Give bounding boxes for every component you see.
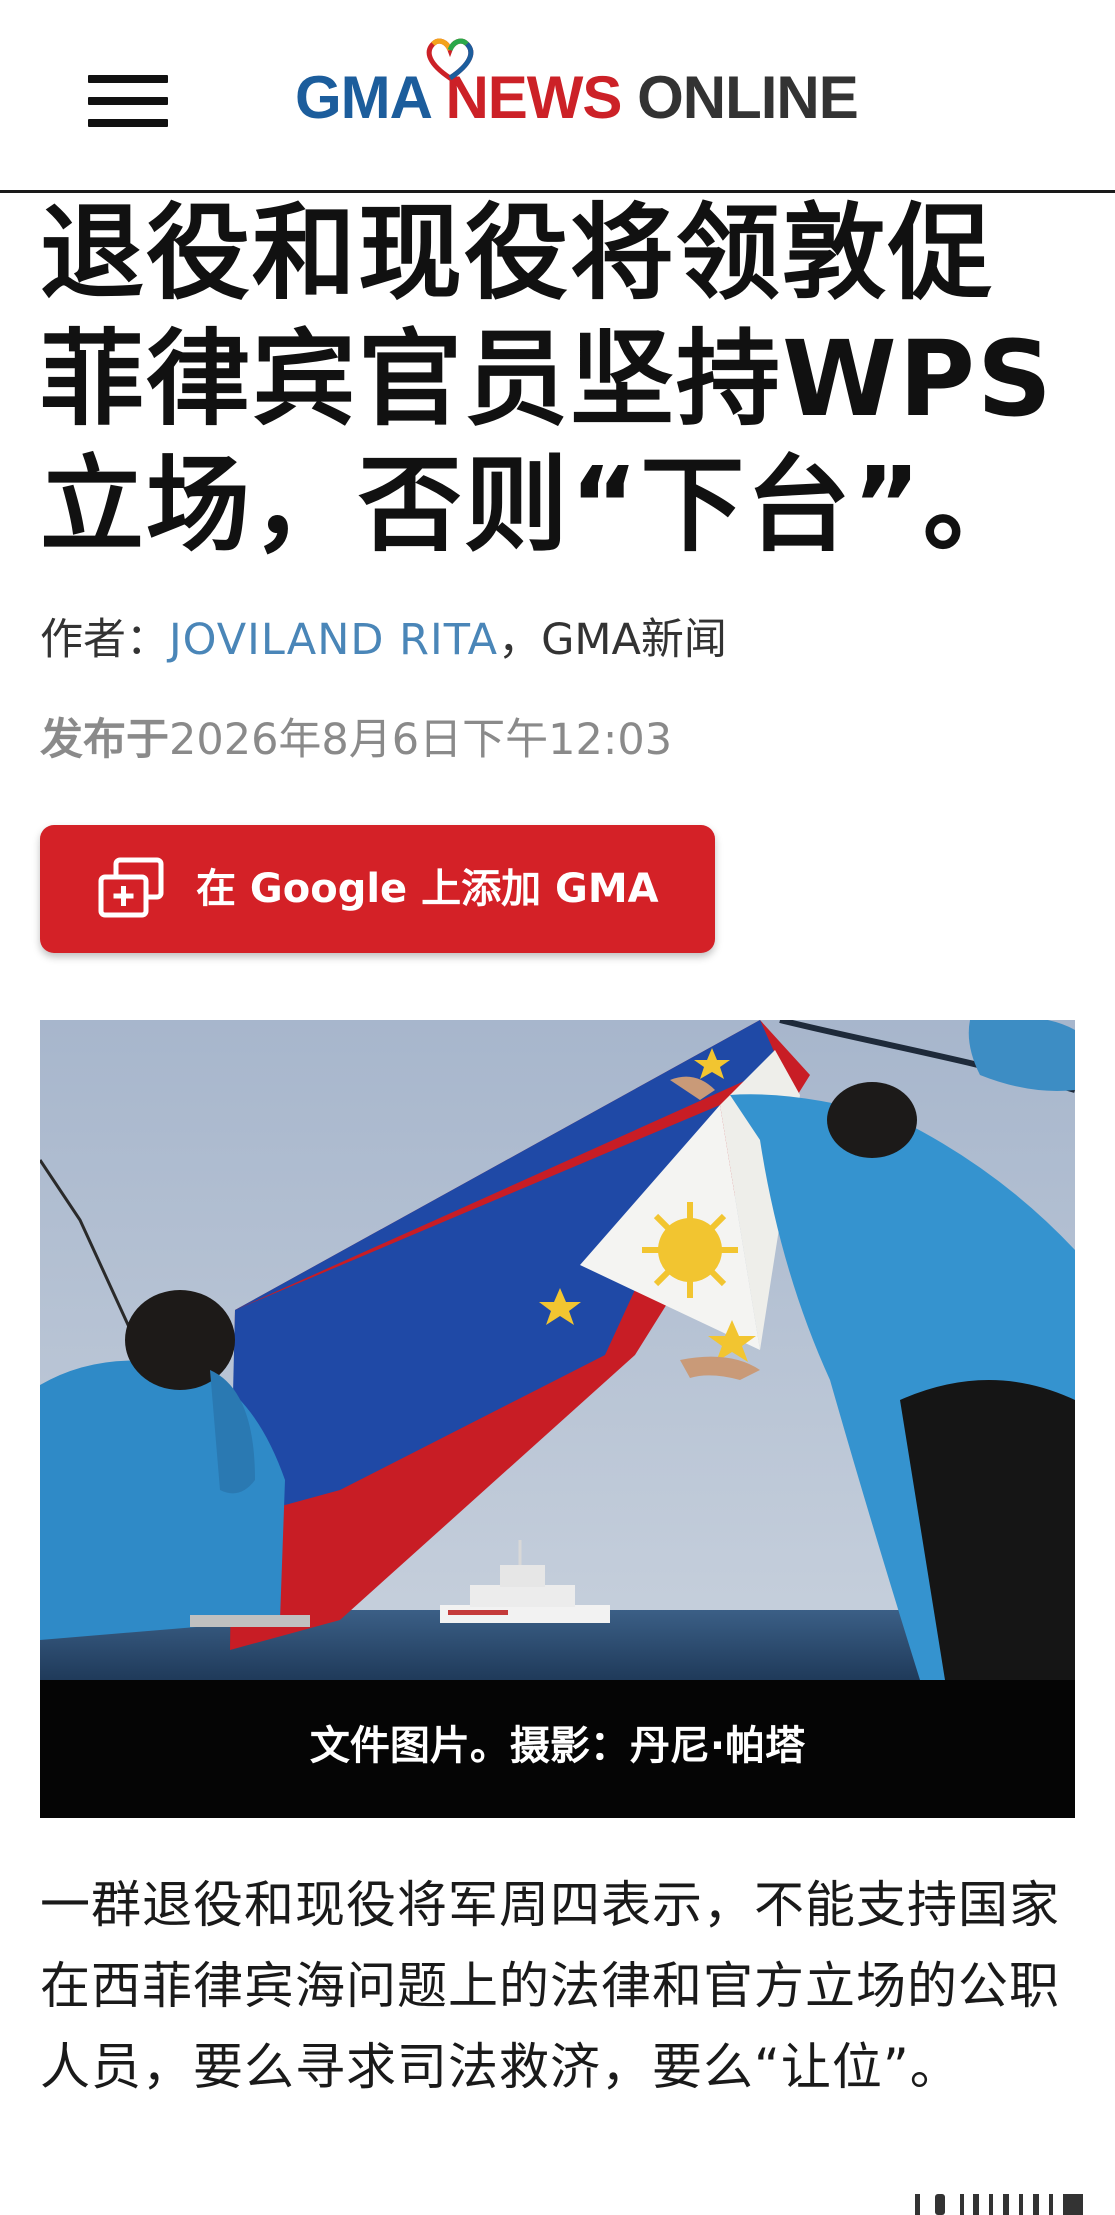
byline-prefix: 作者： xyxy=(40,615,169,665)
byline-suffix: ，GMA新闻 xyxy=(498,615,727,665)
menu-line xyxy=(88,119,168,127)
publish-date: 发布于2026年8月6日下午12:03 xyxy=(40,705,672,767)
article-byline: 作者：JOVILAND RITA，GMA新闻 xyxy=(40,605,727,667)
add-to-collection-icon xyxy=(98,857,164,918)
photo-caption: 文件图片。摄影：丹尼·帕塔 xyxy=(309,1723,806,1769)
floating-toolbar-icon[interactable] xyxy=(895,2180,1095,2215)
photo-caption-bar: 文件图片。摄影：丹尼·帕塔 xyxy=(40,1680,1075,1818)
menu-line xyxy=(88,75,168,83)
gma-news-online-logo[interactable]: GMA NEWS ONLINE xyxy=(295,38,925,138)
top-navigation-bar: GMA NEWS ONLINE xyxy=(0,0,1115,193)
author-link[interactable]: JOVILAND RITA xyxy=(169,615,498,665)
add-gma-on-google-button[interactable]: 在 Google 上添加 GMA xyxy=(40,825,715,953)
hamburger-menu-icon[interactable] xyxy=(88,75,168,127)
logo-online-text: ONLINE xyxy=(637,64,859,131)
published-label: 发布于 xyxy=(40,715,169,765)
article-photo xyxy=(40,1020,1075,1680)
menu-line xyxy=(88,97,168,105)
article-headline: 退役和现役将领敦促菲律宾官员坚持WPS立场，否则“下台”。 xyxy=(40,192,1054,566)
add-gma-button-label: 在 Google 上添加 GMA xyxy=(196,866,659,912)
philippine-flag-boat-photo xyxy=(40,1020,1075,1680)
logo-gma-text: GMA xyxy=(295,64,431,131)
published-date-value: 2026年8月6日下午12:03 xyxy=(169,715,673,765)
article-body-paragraph: 一群退役和现役将军周四表示，不能支持国家在西菲律宾海问题上的法律和官方立场的公职… xyxy=(40,1876,1060,2096)
